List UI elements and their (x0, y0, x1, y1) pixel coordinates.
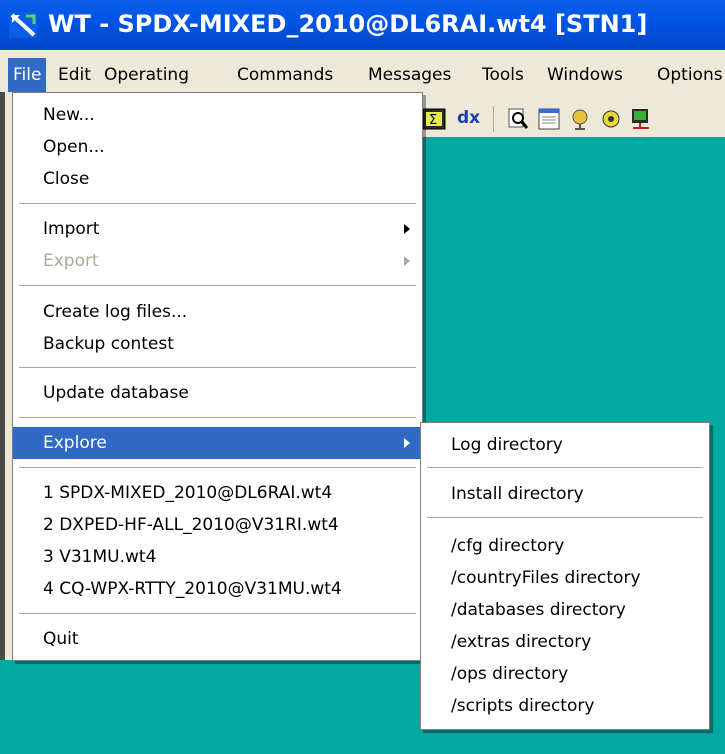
menu-bar: File Edit Operating Commands Messages To… (0, 58, 725, 92)
submenu-item-label: /cfg directory (451, 536, 565, 556)
submenu-item-countryfiles-directory[interactable]: /countryFiles directory (421, 562, 709, 594)
file-menu: New... Open... Close Import Export Creat… (12, 92, 423, 661)
title-bar: WT - SPDX-MIXED_2010@DL6RAI.wt4 [STN1] (0, 0, 725, 50)
menu-item-quit[interactable]: Quit (13, 623, 422, 655)
menu-item-export: Export (13, 245, 422, 277)
submenu-item-label: /ops directory (451, 664, 569, 684)
menu-separator (19, 367, 416, 368)
submenu-item-label: Install directory (451, 484, 584, 504)
menu-item-create-log-files[interactable]: Create log files... (13, 296, 422, 328)
menu-tools[interactable]: Tools (482, 58, 524, 92)
menu-item-recent-1[interactable]: 1 SPDX-MIXED_2010@DL6RAI.wt4 (13, 477, 422, 509)
menu-item-recent-4[interactable]: 4 CQ-WPX-RTTY_2010@V31MU.wt4 (13, 573, 422, 605)
menu-separator (19, 285, 416, 286)
menu-item-backup-contest[interactable]: Backup contest (13, 328, 422, 360)
menu-item-import[interactable]: Import (13, 213, 422, 245)
toolbar-separator (493, 106, 494, 132)
submenu-item-install-directory[interactable]: Install directory (421, 478, 709, 510)
window-left-border (0, 92, 5, 754)
menu-windows[interactable]: Windows (547, 58, 623, 92)
toolbar: Σ dx (413, 100, 725, 137)
menu-item-recent-3[interactable]: 3 V31MU.wt4 (13, 541, 422, 573)
menu-separator (19, 613, 416, 614)
menu-item-label: New... (43, 105, 95, 125)
window-icon[interactable] (536, 106, 562, 132)
submenu-item-label: /extras directory (451, 632, 592, 652)
zoom-icon[interactable] (505, 106, 531, 132)
menu-item-label: Close (43, 169, 90, 189)
submenu-arrow-icon (404, 224, 410, 234)
gear-icon[interactable] (598, 106, 624, 132)
submenu-arrow-icon (404, 256, 410, 266)
menu-item-label: Export (43, 251, 99, 271)
menu-item-label: Quit (43, 629, 79, 649)
menu-item-label: 1 SPDX-MIXED_2010@DL6RAI.wt4 (43, 483, 333, 503)
menu-item-close[interactable]: Close (13, 163, 422, 195)
menu-item-recent-2[interactable]: 2 DXPED-HF-ALL_2010@V31RI.wt4 (13, 509, 422, 541)
title-gap (0, 50, 725, 58)
dx-icon[interactable]: dx (457, 108, 480, 128)
menu-item-label: 2 DXPED-HF-ALL_2010@V31RI.wt4 (43, 515, 339, 535)
menu-commands[interactable]: Commands (237, 58, 333, 92)
menu-messages[interactable]: Messages (368, 58, 451, 92)
menu-item-label: Explore (43, 433, 107, 453)
menu-item-new[interactable]: New... (13, 99, 422, 131)
svg-text:Σ: Σ (429, 113, 437, 128)
submenu-item-label: /countryFiles directory (451, 568, 641, 588)
menu-item-label: Create log files... (43, 302, 188, 322)
menu-item-explore[interactable]: Explore (13, 427, 422, 459)
menu-item-label: 3 V31MU.wt4 (43, 547, 157, 567)
sigma-icon[interactable]: Σ (421, 106, 447, 132)
menu-item-label: Open... (43, 137, 105, 157)
submenu-item-databases-directory[interactable]: /databases directory (421, 594, 709, 626)
submenu-item-ops-directory[interactable]: /ops directory (421, 658, 709, 690)
menu-separator (427, 467, 703, 468)
app-icon (9, 12, 37, 38)
menu-edit[interactable]: Edit (58, 58, 91, 92)
menu-item-open[interactable]: Open... (13, 131, 422, 163)
menu-operating[interactable]: Operating (104, 58, 189, 92)
submenu-item-label: /databases directory (451, 600, 626, 620)
menu-item-label: Update database (43, 383, 189, 403)
menu-item-label: Backup contest (43, 334, 174, 354)
submenu-arrow-icon (404, 438, 410, 448)
menu-separator (427, 517, 703, 518)
window-title: WT - SPDX-MIXED_2010@DL6RAI.wt4 [STN1] (48, 10, 648, 38)
menu-separator (19, 417, 416, 418)
menu-item-label: Import (43, 219, 100, 239)
explore-submenu: Log directory Install directory /cfg dir… (420, 422, 710, 730)
menu-separator (19, 467, 416, 468)
submenu-item-label: /scripts directory (451, 696, 595, 716)
submenu-item-extras-directory[interactable]: /extras directory (421, 626, 709, 658)
submenu-item-cfg-directory[interactable]: /cfg directory (421, 530, 709, 562)
globe-icon[interactable] (567, 106, 593, 132)
submenu-item-log-directory[interactable]: Log directory (421, 429, 709, 461)
menu-separator (19, 203, 416, 204)
submenu-item-scripts-directory[interactable]: /scripts directory (421, 690, 709, 722)
submenu-item-label: Log directory (451, 435, 563, 455)
menu-options[interactable]: Options (657, 58, 723, 92)
menu-item-update-database[interactable]: Update database (13, 377, 422, 409)
menu-file[interactable]: File (8, 58, 47, 92)
workspace-area-lower (0, 660, 420, 754)
network-icon[interactable] (629, 106, 655, 132)
menu-item-label: 4 CQ-WPX-RTTY_2010@V31MU.wt4 (43, 579, 342, 599)
